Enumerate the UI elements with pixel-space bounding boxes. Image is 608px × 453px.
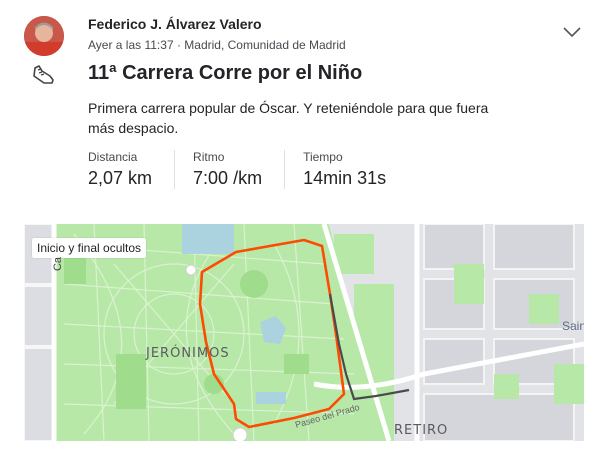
stat-label: Tiempo <box>303 150 343 164</box>
start-end-hidden-badge: Inicio y final ocultos <box>32 238 147 258</box>
map-label-street-left: Ca <box>52 256 65 272</box>
activity-title[interactable]: 11ª Carrera Corre por el Niño <box>88 62 362 85</box>
activity-meta: Ayer a las 11:37 · Madrid, Comunidad de … <box>88 38 346 52</box>
stat-time: Tiempo 14min 31s <box>303 150 408 189</box>
stat-value: 2,07 km <box>88 168 153 188</box>
stat-label: Distancia <box>88 150 138 164</box>
activity-stats: Distancia 2,07 km Ritmo 7:00 /km Tiempo … <box>88 150 426 189</box>
stat-distance: Distancia 2,07 km <box>88 150 176 189</box>
map-label-sain: Sain <box>562 319 584 333</box>
running-shoe-icon <box>33 65 54 84</box>
map-label-jeronimos: JERÓNIMOS <box>146 346 230 361</box>
stat-value: 7:00 /km <box>193 168 263 188</box>
stat-label: Ritmo <box>193 150 225 164</box>
athlete-name[interactable]: Federico J. Álvarez Valero <box>88 16 262 32</box>
athlete-avatar[interactable] <box>24 16 64 56</box>
route-map[interactable]: Inicio y final ocultos JERÓNIMOS RETIRO … <box>24 224 584 441</box>
stat-value: 14min 31s <box>303 168 387 188</box>
map-label-retiro: RETIRO <box>394 423 449 438</box>
stat-pace: Ritmo 7:00 /km <box>193 150 286 189</box>
chevron-down-icon[interactable] <box>561 24 583 40</box>
activity-description: Primera carrera popular de Óscar. Y rete… <box>88 100 489 136</box>
